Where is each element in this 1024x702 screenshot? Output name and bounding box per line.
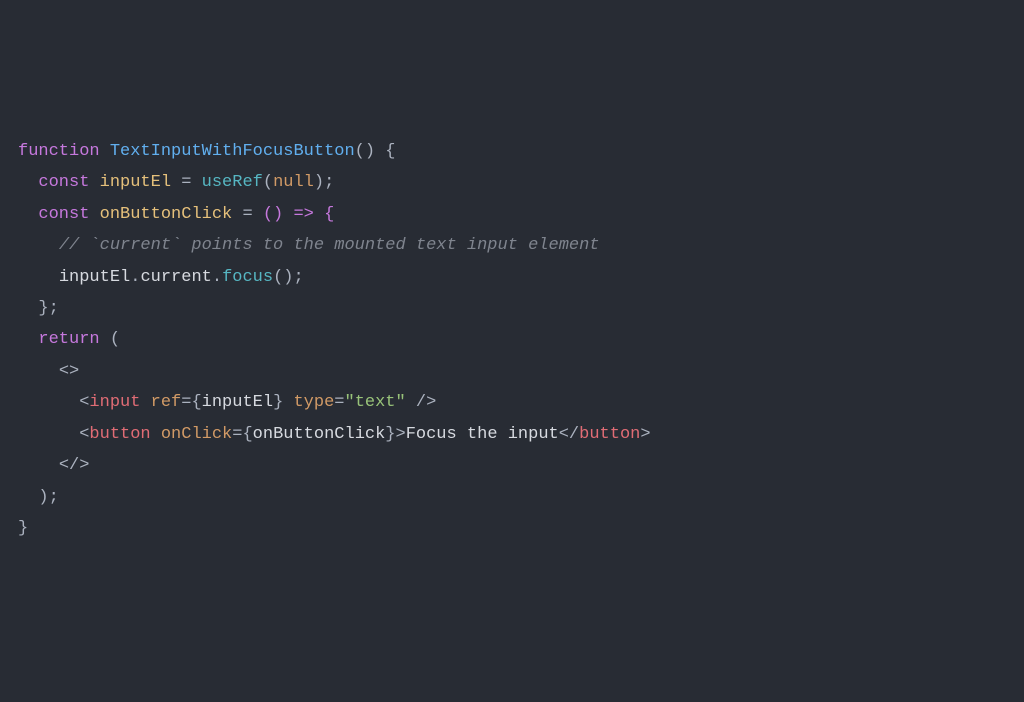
indent <box>18 393 79 412</box>
code-block: function TextInputWithFocusButton() { co… <box>18 136 1006 545</box>
variable: onButtonClick <box>100 205 233 224</box>
keyword-const: const <box>38 173 89 192</box>
indent <box>18 488 38 507</box>
paren-close: ); <box>314 173 334 192</box>
brace-close: }; <box>38 299 58 318</box>
indent <box>18 362 59 381</box>
arrow-function: () => { <box>263 205 334 224</box>
comment: // `current` points to the mounted text … <box>59 236 600 255</box>
equals: = <box>334 393 344 412</box>
tag-bracket: </ <box>559 425 579 444</box>
dot: . <box>130 268 140 287</box>
brace: { <box>242 425 252 444</box>
indent <box>18 299 38 318</box>
brace: { <box>191 393 201 412</box>
keyword-function: function <box>18 142 100 161</box>
space <box>283 393 293 412</box>
method-call: focus <box>222 268 273 287</box>
indent <box>18 330 38 349</box>
indent <box>18 173 38 192</box>
tag-bracket: < <box>79 393 89 412</box>
jsx-fragment-close: </> <box>59 456 90 475</box>
indent <box>18 205 38 224</box>
code-line-13: } <box>18 519 28 538</box>
attr-name: onClick <box>161 425 232 444</box>
brace: } <box>385 425 395 444</box>
indent <box>18 425 79 444</box>
code-line-5: inputEl.current.focus(); <box>18 268 304 287</box>
code-line-8: <> <box>18 362 79 381</box>
jsx-expression: onButtonClick <box>253 425 386 444</box>
code-line-9: <input ref={inputEl} type="text" /> <box>18 393 436 412</box>
code-line-10: <button onClick={onButtonClick}>Focus th… <box>18 425 651 444</box>
tag-name: input <box>89 393 140 412</box>
keyword-return: return <box>38 330 99 349</box>
code-line-2: const inputEl = useRef(null); <box>18 173 334 192</box>
brace-close: } <box>18 519 28 538</box>
paren: ( <box>263 173 273 192</box>
punct: () { <box>355 142 396 161</box>
code-line-4: // `current` points to the mounted text … <box>18 236 600 255</box>
code-line-6: }; <box>18 299 59 318</box>
call-parens: (); <box>273 268 304 287</box>
literal-null: null <box>273 173 314 192</box>
tag-bracket: > <box>396 425 406 444</box>
tag-name: button <box>89 425 150 444</box>
indent <box>18 456 59 475</box>
code-line-7: return ( <box>18 330 120 349</box>
code-line-11: </> <box>18 456 89 475</box>
operator-equals: = <box>171 173 202 192</box>
jsx-fragment-open: <> <box>59 362 79 381</box>
code-line-12: ); <box>18 488 59 507</box>
code-line-1: function TextInputWithFocusButton() { <box>18 142 395 161</box>
dot: . <box>212 268 222 287</box>
brace: } <box>273 393 283 412</box>
variable: inputEl <box>100 173 171 192</box>
function-name: TextInputWithFocusButton <box>110 142 355 161</box>
jsx-text: Focus the input <box>406 425 559 444</box>
tag-name: button <box>579 425 640 444</box>
tag-bracket: < <box>79 425 89 444</box>
operator-equals: = <box>232 205 263 224</box>
space <box>151 425 161 444</box>
attr-name: type <box>293 393 334 412</box>
paren: ( <box>100 330 120 349</box>
tag-close: /> <box>406 393 437 412</box>
paren-close: ); <box>38 488 58 507</box>
code-line-3: const onButtonClick = () => { <box>18 205 334 224</box>
attr-name: ref <box>151 393 182 412</box>
keyword-const: const <box>38 205 89 224</box>
space <box>140 393 150 412</box>
object: inputEl <box>59 268 130 287</box>
jsx-expression: inputEl <box>202 393 273 412</box>
indent <box>18 268 59 287</box>
equals: = <box>181 393 191 412</box>
indent <box>18 236 59 255</box>
tag-bracket: > <box>640 425 650 444</box>
equals: = <box>232 425 242 444</box>
function-call: useRef <box>202 173 263 192</box>
string-literal: "text" <box>345 393 406 412</box>
property: current <box>140 268 211 287</box>
